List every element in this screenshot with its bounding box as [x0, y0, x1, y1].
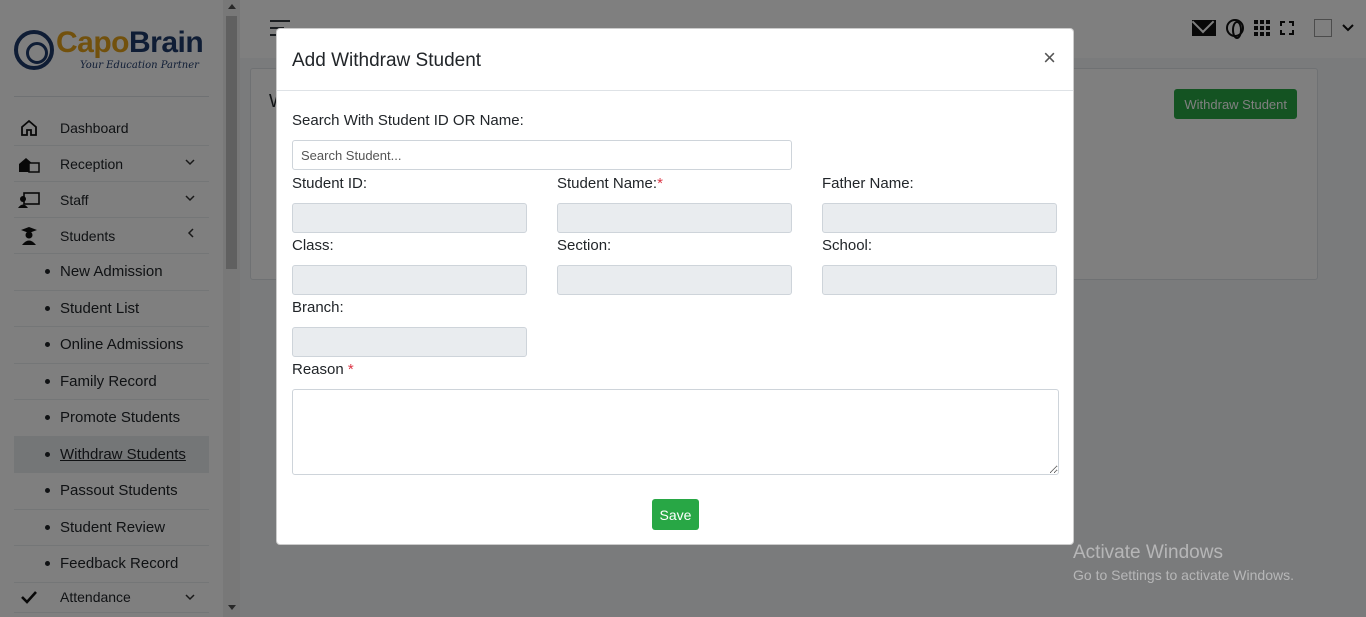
add-withdraw-student-modal: Add Withdraw Student × Search With Stude… [276, 28, 1074, 545]
close-button[interactable]: × [1043, 47, 1056, 69]
watermark-title: Activate Windows [1073, 542, 1223, 563]
student-id-label: Student ID: [292, 175, 368, 192]
reason-label-text: Reason [292, 361, 344, 378]
branch-label: Branch: [292, 299, 344, 316]
required-mark: * [657, 175, 663, 192]
student-name-label-text: Student Name: [557, 175, 658, 192]
modal-title: Add Withdraw Student [292, 50, 482, 71]
school-label: School: [822, 237, 873, 254]
student-name-field[interactable] [557, 203, 792, 233]
modal-header: Add Withdraw Student × [277, 29, 1073, 91]
save-button[interactable]: Save [652, 499, 699, 530]
search-label: Search With Student ID OR Name: [292, 112, 524, 129]
class-label: Class: [292, 237, 334, 254]
watermark-subtitle: Go to Settings to activate Windows. [1073, 567, 1294, 583]
student-id-field[interactable] [292, 203, 527, 233]
search-student-input[interactable] [292, 140, 792, 170]
school-field[interactable] [822, 265, 1057, 295]
branch-field[interactable] [292, 327, 527, 357]
required-mark: * [347, 361, 354, 378]
reason-label: Reason * [292, 361, 354, 378]
class-field[interactable] [292, 265, 527, 295]
section-label: Section: [557, 237, 612, 254]
father-name-label: Father Name: [822, 175, 914, 192]
section-field[interactable] [557, 265, 792, 295]
father-name-field[interactable] [822, 203, 1057, 233]
reason-textarea[interactable] [292, 389, 1059, 475]
windows-activation-watermark: Activate Windows Go to Settings to activ… [1073, 542, 1294, 583]
student-name-label: Student Name:* [557, 175, 663, 192]
